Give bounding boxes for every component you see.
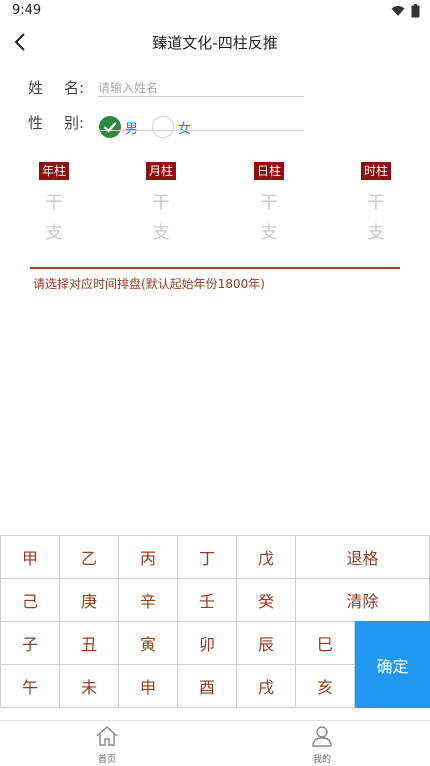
pillar-day: 日柱 干 支 [249, 160, 289, 242]
key-stem[interactable]: 戊 [236, 535, 296, 579]
name-row: 姓 名: [28, 74, 90, 100]
key-stem[interactable]: 丙 [118, 535, 178, 579]
tab-mine-label: 我的 [312, 755, 331, 765]
key-branch[interactable]: 亥 [295, 664, 355, 708]
key-stem[interactable]: 乙 [59, 535, 119, 579]
status-time: 9:49 [12, 3, 42, 18]
key-branch[interactable]: 子 [0, 621, 60, 665]
pillar-gan[interactable]: 干 [249, 194, 289, 212]
page-title: 臻道文化-四柱反推 [152, 34, 278, 52]
status-icons [391, 4, 420, 18]
home-icon [96, 726, 118, 746]
key-branch[interactable]: 戌 [236, 664, 296, 708]
key-stem[interactable]: 壬 [177, 578, 237, 622]
key-stem[interactable]: 庚 [59, 578, 119, 622]
pillar-zhi[interactable]: 支 [249, 224, 289, 242]
name-label-char: 姓 [28, 78, 44, 97]
clear-button[interactable]: 清除 [295, 578, 430, 622]
radio-empty-icon [152, 116, 174, 138]
checkmark-icon [99, 116, 121, 138]
name-input[interactable] [98, 79, 304, 97]
stem-branch-keyboard: 甲 乙 丙 丁 戊 退格 己 庚 辛 壬 癸 清除 子 丑 寅 卯 辰 巳 午 … [0, 535, 430, 708]
user-icon [312, 726, 332, 747]
pillar-gan[interactable]: 干 [141, 194, 181, 212]
wifi-icon [391, 6, 405, 16]
key-branch[interactable]: 巳 [295, 621, 355, 665]
tab-bar: 首页 我的 [0, 720, 430, 766]
status-bar: 9:49 [0, 0, 430, 24]
key-stem[interactable]: 甲 [0, 535, 60, 579]
gender-row: 性 别: [28, 109, 90, 135]
pillar-year: 年柱 干 支 [34, 160, 74, 242]
key-branch[interactable]: 辰 [236, 621, 296, 665]
pillar-gan[interactable]: 干 [356, 194, 396, 212]
key-branch[interactable]: 未 [59, 664, 119, 708]
gender-label: 性 别: [28, 112, 90, 133]
key-branch[interactable]: 丑 [59, 621, 119, 665]
key-branch[interactable]: 寅 [118, 621, 178, 665]
pillar-header: 日柱 [253, 162, 284, 180]
pillar-header: 年柱 [38, 162, 69, 180]
pillar-header: 时柱 [360, 162, 391, 180]
key-stem[interactable]: 丁 [177, 535, 237, 579]
gender-label-char: 别: [63, 113, 84, 132]
divider [30, 267, 400, 269]
gender-female-label: 女 [178, 121, 192, 137]
tab-home-label: 首页 [97, 755, 116, 765]
tab-mine[interactable]: 我的 [292, 725, 352, 765]
key-branch[interactable]: 卯 [177, 621, 237, 665]
pillar-zhi[interactable]: 支 [356, 224, 396, 242]
pillar-header: 月柱 [145, 162, 176, 180]
name-label-char: 名: [63, 78, 84, 97]
confirm-button[interactable]: 确定 [355, 621, 430, 708]
pillar-month: 月柱 干 支 [141, 160, 181, 242]
pillar-gan[interactable]: 干 [34, 194, 74, 212]
key-stem[interactable]: 己 [0, 578, 60, 622]
name-label: 姓 名: [28, 77, 90, 98]
key-branch[interactable]: 酉 [177, 664, 237, 708]
gender-male-label: 男 [125, 121, 139, 137]
nav-bar: 臻道文化-四柱反推 [0, 24, 430, 60]
key-branch[interactable]: 午 [0, 664, 60, 708]
gender-radio-male[interactable]: 男 [99, 116, 138, 138]
gender-radio-female[interactable]: 女 [152, 116, 191, 138]
key-stem[interactable]: 辛 [118, 578, 178, 622]
key-branch[interactable]: 申 [118, 664, 178, 708]
gender-underline [98, 130, 304, 131]
battery-icon [411, 4, 420, 18]
hint-text: 请选择对应时间排盘(默认起始年份1800年) [33, 277, 265, 291]
pillar-zhi[interactable]: 支 [141, 224, 181, 242]
pillar-zhi[interactable]: 支 [34, 224, 74, 242]
gender-label-char: 性 [28, 113, 44, 132]
backspace-button[interactable]: 退格 [295, 535, 430, 579]
tab-home[interactable]: 首页 [77, 725, 137, 765]
pillar-hour: 时柱 干 支 [356, 160, 396, 242]
key-stem[interactable]: 癸 [236, 578, 296, 622]
